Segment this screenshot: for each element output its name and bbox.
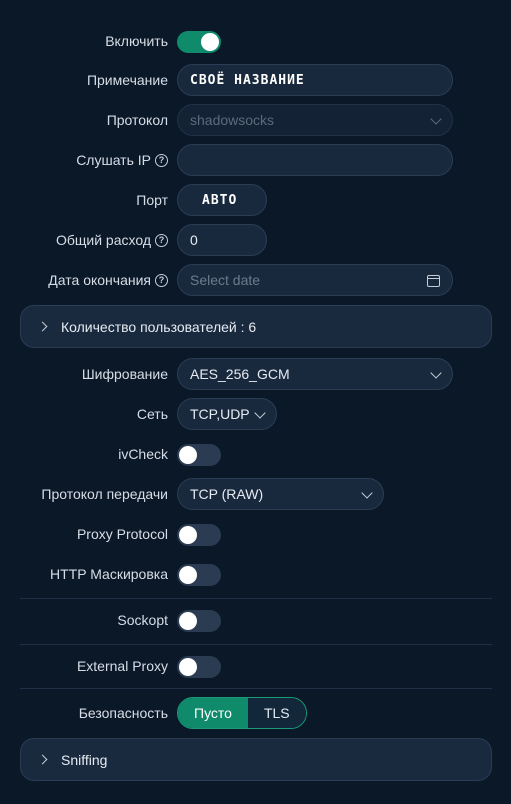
port-input[interactable]: АВТО bbox=[177, 184, 267, 216]
listen-ip-label: Слушать IP? bbox=[76, 144, 168, 176]
toggle-knob bbox=[179, 446, 197, 464]
ivcheck-row: ivCheck bbox=[0, 438, 511, 470]
expiry-row: Дата окончания? Select date bbox=[0, 264, 511, 296]
network-value: TCP,UDP bbox=[190, 406, 250, 422]
security-option-tls[interactable]: TLS bbox=[247, 698, 306, 728]
sockopt-row: Sockopt bbox=[0, 604, 511, 636]
toggle-knob bbox=[179, 612, 197, 630]
external-proxy-label: External Proxy bbox=[76, 658, 168, 674]
remark-value: СВОЁ НАЗВАНИЕ bbox=[190, 72, 305, 88]
remark-input[interactable]: СВОЁ НАЗВАНИЕ bbox=[177, 64, 453, 96]
listen-ip-input[interactable] bbox=[177, 144, 453, 176]
divider bbox=[20, 598, 492, 599]
ivcheck-toggle[interactable] bbox=[177, 444, 221, 466]
listen-ip-label-text: Слушать IP bbox=[76, 152, 151, 168]
http-masking-row: HTTP Маскировка bbox=[0, 558, 511, 590]
transmission-label: Протокол передачи bbox=[41, 486, 168, 502]
ivcheck-label: ivCheck bbox=[118, 446, 168, 462]
chevron-right-icon bbox=[37, 754, 48, 765]
transmission-row: Протокол передачи TCP (RAW) bbox=[0, 478, 511, 510]
protocol-value: shadowsocks bbox=[190, 112, 275, 128]
calendar-icon bbox=[427, 275, 440, 287]
toggle-knob bbox=[179, 658, 197, 676]
transmission-value: TCP (RAW) bbox=[190, 486, 264, 502]
total-traffic-value: 0 bbox=[190, 232, 198, 248]
listen-ip-row: Слушать IP? bbox=[0, 144, 511, 176]
toggle-knob bbox=[179, 526, 197, 544]
total-traffic-label-text: Общий расход bbox=[55, 232, 151, 248]
enable-toggle[interactable] bbox=[177, 31, 221, 53]
toggle-knob bbox=[179, 566, 197, 584]
network-select[interactable]: TCP,UDP bbox=[177, 398, 277, 430]
security-option-none[interactable]: Пусто bbox=[178, 698, 248, 728]
security-segmented-control: Пусто TLS bbox=[177, 697, 307, 729]
network-label: Сеть bbox=[136, 406, 168, 422]
sockopt-toggle[interactable] bbox=[177, 610, 221, 632]
enable-label: Включить bbox=[105, 33, 168, 49]
port-value: АВТО bbox=[202, 192, 238, 208]
clients-collapse-label: Количество пользователей : 6 bbox=[61, 318, 257, 335]
http-masking-toggle[interactable] bbox=[177, 564, 221, 586]
chevron-down-icon bbox=[361, 487, 373, 499]
chevron-right-icon bbox=[37, 321, 48, 332]
help-icon[interactable]: ? bbox=[155, 233, 168, 247]
http-masking-label: HTTP Маскировка bbox=[50, 566, 168, 582]
port-row: Порт АВТО bbox=[0, 184, 511, 216]
sniffing-collapse[interactable]: Sniffing bbox=[20, 738, 492, 781]
remark-label: Примечание bbox=[86, 72, 168, 88]
chevron-down-icon bbox=[430, 367, 442, 379]
encryption-label: Шифрование bbox=[81, 366, 168, 382]
network-row: Сеть TCP,UDP bbox=[0, 398, 511, 430]
protocol-label: Протокол bbox=[106, 112, 168, 128]
protocol-row: Протокол shadowsocks bbox=[0, 104, 511, 136]
encryption-row: Шифрование AES_256_GCM bbox=[0, 358, 511, 390]
chevron-down-icon bbox=[254, 407, 266, 419]
proxy-protocol-row: Proxy Protocol bbox=[0, 518, 511, 550]
total-traffic-row: Общий расход? 0 bbox=[0, 224, 511, 256]
proxy-protocol-toggle[interactable] bbox=[177, 524, 221, 546]
remark-row: Примечание СВОЁ НАЗВАНИЕ bbox=[0, 64, 511, 96]
expiry-label-text: Дата окончания bbox=[48, 272, 151, 288]
transmission-select[interactable]: TCP (RAW) bbox=[177, 478, 384, 510]
toggle-knob bbox=[201, 33, 219, 51]
protocol-select: shadowsocks bbox=[177, 104, 453, 136]
external-proxy-row: External Proxy bbox=[0, 650, 511, 682]
security-label: Безопасность bbox=[78, 705, 168, 721]
sockopt-label: Sockopt bbox=[117, 612, 168, 628]
divider bbox=[20, 644, 492, 645]
help-icon[interactable]: ? bbox=[155, 153, 168, 167]
expiry-placeholder: Select date bbox=[190, 272, 261, 288]
total-traffic-label: Общий расход? bbox=[56, 224, 168, 256]
expiry-date-picker[interactable]: Select date bbox=[177, 264, 453, 296]
clients-collapse[interactable]: Количество пользователей : 6 bbox=[20, 305, 492, 348]
port-label: Порт bbox=[136, 192, 168, 208]
help-icon[interactable]: ? bbox=[155, 273, 168, 287]
proxy-protocol-label: Proxy Protocol bbox=[76, 526, 168, 542]
divider bbox=[20, 688, 492, 689]
external-proxy-toggle[interactable] bbox=[177, 656, 221, 678]
chevron-down-icon bbox=[430, 113, 442, 125]
security-row: Безопасность Пусто TLS bbox=[0, 697, 511, 729]
encryption-value: AES_256_GCM bbox=[190, 366, 290, 382]
enable-row: Включить bbox=[0, 25, 511, 57]
sniffing-collapse-label: Sniffing bbox=[61, 751, 108, 768]
encryption-select[interactable]: AES_256_GCM bbox=[177, 358, 453, 390]
total-traffic-input[interactable]: 0 bbox=[177, 224, 267, 256]
expiry-label: Дата окончания? bbox=[48, 264, 168, 296]
